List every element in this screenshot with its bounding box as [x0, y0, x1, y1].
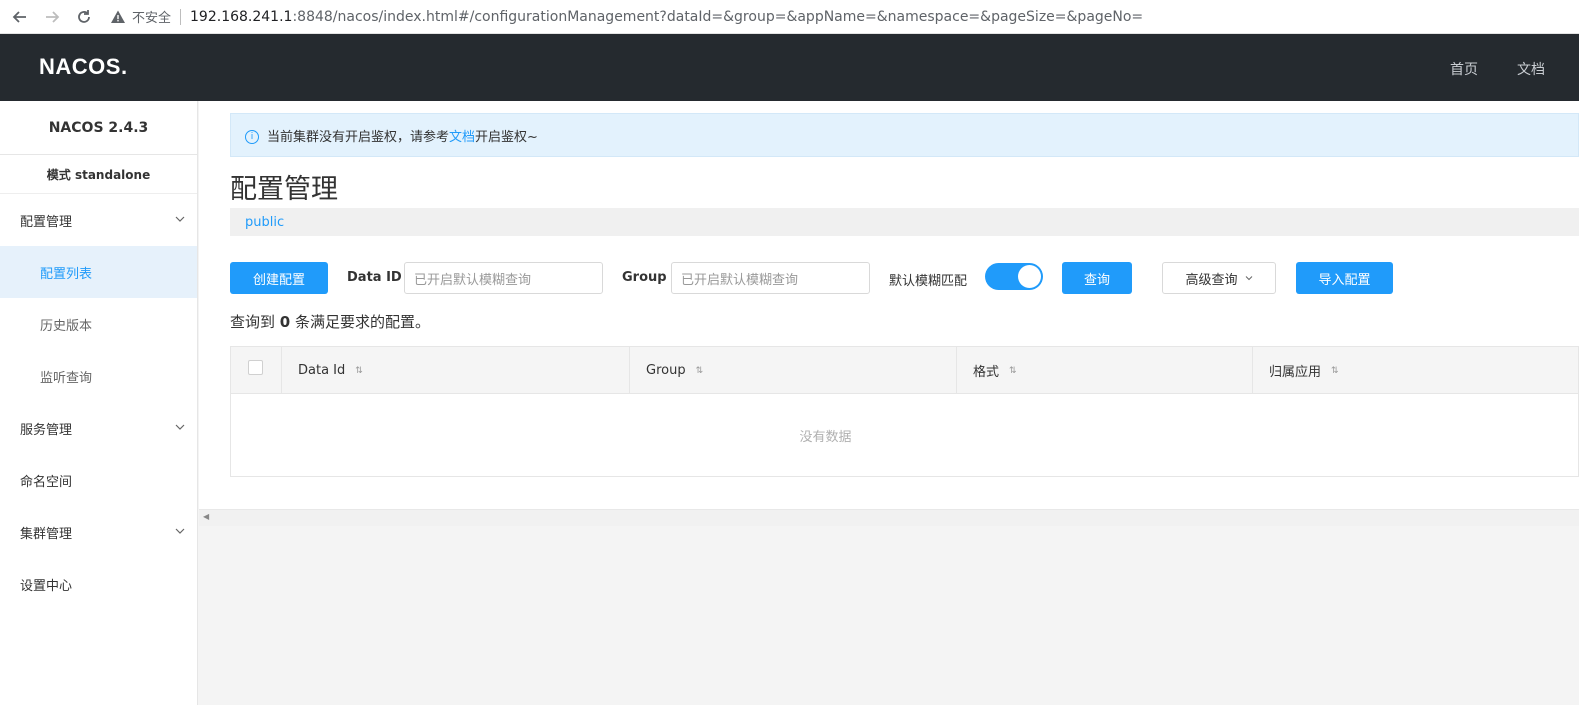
- group-placeholder: 已开启默认模糊查询: [681, 272, 799, 288]
- scroll-left-icon[interactable]: ◀: [203, 512, 209, 521]
- sidebar-item-config-list[interactable]: 配置列表: [0, 246, 197, 298]
- result-count-value: 0: [279, 313, 291, 331]
- mode-label: 模式 standalone: [0, 155, 197, 194]
- select-all-checkbox[interactable]: [248, 360, 263, 375]
- chevron-down-icon: [175, 424, 185, 430]
- info-icon: i: [245, 129, 259, 144]
- dataid-placeholder: 已开启默认模糊查询: [414, 272, 532, 288]
- notice-docs-link[interactable]: 文档: [449, 126, 475, 145]
- config-table: Data Id ⇅ Group ⇅ 格式 ⇅ 归属应用 ⇅ 没有数据: [230, 346, 1579, 477]
- sort-icon[interactable]: ⇅: [1009, 366, 1017, 376]
- namespace-tab-public[interactable]: public: [245, 215, 284, 230]
- version-label: NACOS 2.4.3: [0, 101, 197, 155]
- sidebar-item-label: 服务管理: [20, 422, 73, 438]
- horizontal-scrollbar[interactable]: ◀: [199, 509, 1579, 526]
- column-header-dataid[interactable]: Data Id ⇅: [281, 347, 629, 394]
- sidebar-item-history[interactable]: 历史版本: [0, 298, 197, 350]
- column-label: Group: [646, 363, 686, 378]
- sidebar-item-label: 设置中心: [20, 578, 73, 594]
- sidebar: NACOS 2.4.3 模式 standalone 配置管理 配置列表 历史版本…: [0, 101, 198, 705]
- result-suffix: 条满足要求的配置。: [295, 313, 431, 331]
- column-header-group[interactable]: Group ⇅: [629, 347, 956, 394]
- sidebar-item-label: 历史版本: [40, 318, 93, 334]
- column-header-app[interactable]: 归属应用 ⇅: [1252, 347, 1578, 394]
- sidebar-item-label: 监听查询: [40, 370, 93, 386]
- sidebar-item-label: 配置管理: [20, 214, 73, 230]
- url-separator: [180, 8, 182, 25]
- chevron-down-icon: [1245, 276, 1252, 281]
- notice-text: 当前集群没有开启鉴权，请参考: [267, 129, 450, 145]
- forward-icon[interactable]: [40, 5, 64, 29]
- sidebar-item-label: 配置列表: [40, 266, 93, 282]
- insecure-label: 不安全: [132, 11, 172, 26]
- column-label: Data Id: [298, 363, 346, 378]
- advanced-query-label: 高级查询: [1185, 272, 1238, 288]
- column-label: 归属应用: [1269, 365, 1322, 380]
- column-header-format[interactable]: 格式 ⇅: [956, 347, 1252, 394]
- sort-icon[interactable]: ⇅: [696, 366, 704, 376]
- sidebar-item-label: 集群管理: [20, 526, 73, 542]
- address-bar[interactable]: 不安全 192.168.241.1:8848/nacos/index.html#…: [110, 3, 1579, 31]
- url-host: 192.168.241.1: [190, 8, 293, 25]
- logo-text: NACOS.: [39, 54, 128, 79]
- warning-icon: [110, 9, 126, 25]
- advanced-query-button[interactable]: 高级查询: [1162, 262, 1276, 294]
- chevron-down-icon: [175, 216, 185, 222]
- sidebar-item-config-management[interactable]: 配置管理: [0, 194, 197, 246]
- dataid-search-input[interactable]: 已开启默认模糊查询: [404, 262, 603, 294]
- sidebar-item-cluster-management[interactable]: 集群管理: [0, 506, 197, 558]
- nav-home-link[interactable]: 首页: [1450, 59, 1478, 79]
- group-label: Group: [622, 270, 667, 285]
- sort-icon[interactable]: ⇅: [355, 366, 363, 376]
- page-title: 配置管理: [230, 174, 338, 205]
- sidebar-item-namespace[interactable]: 命名空间: [0, 454, 197, 506]
- search-toolbar: 创建配置 Data ID 已开启默认模糊查询 Group 已开启默认模糊查询 默…: [230, 262, 1579, 294]
- sort-icon[interactable]: ⇅: [1331, 366, 1339, 376]
- back-icon[interactable]: [8, 5, 32, 29]
- main-content: i 当前集群没有开启鉴权，请参考 文档 开启鉴权~ 配置管理 public 创建配置…: [199, 101, 1579, 509]
- create-config-button[interactable]: 创建配置: [230, 262, 328, 294]
- content-background: [199, 526, 1579, 705]
- fuzzy-match-toggle[interactable]: [985, 263, 1043, 290]
- import-config-button[interactable]: 导入配置: [1296, 262, 1393, 294]
- chevron-down-icon: [175, 528, 185, 534]
- fuzzy-match-label: 默认模糊匹配: [889, 274, 968, 289]
- group-search-input[interactable]: 已开启默认模糊查询: [671, 262, 870, 294]
- result-count: 查询到 0 条满足要求的配置。: [230, 311, 430, 332]
- table-header: Data Id ⇅ Group ⇅ 格式 ⇅ 归属应用 ⇅: [231, 347, 1578, 394]
- namespace-bar: public: [230, 208, 1579, 236]
- dataid-label: Data ID: [347, 270, 402, 285]
- sidebar-item-label: 命名空间: [20, 474, 73, 490]
- sidebar-item-settings-center[interactable]: 设置中心: [0, 558, 197, 610]
- column-label: 格式: [973, 365, 1000, 380]
- nav-docs-link[interactable]: 文档: [1517, 59, 1545, 79]
- sidebar-item-service-management[interactable]: 服务管理: [0, 402, 197, 454]
- browser-toolbar: 不安全 192.168.241.1:8848/nacos/index.html#…: [0, 0, 1579, 34]
- result-prefix: 查询到: [230, 313, 276, 331]
- empty-state: 没有数据: [799, 429, 852, 445]
- sidebar-item-listener-query[interactable]: 监听查询: [0, 350, 197, 402]
- query-button[interactable]: 查询: [1062, 262, 1132, 294]
- top-navigation: NACOS. 首页 文档: [0, 34, 1579, 101]
- reload-icon[interactable]: [72, 5, 96, 29]
- auth-notice: i 当前集群没有开启鉴权，请参考 文档 开启鉴权~: [230, 113, 1579, 157]
- toggle-knob: [1018, 265, 1041, 288]
- notice-text-after: 开启鉴权~: [475, 129, 538, 145]
- url-path: :8848/nacos/index.html#/configurationMan…: [292, 8, 1144, 25]
- nacos-logo[interactable]: NACOS.: [39, 52, 128, 82]
